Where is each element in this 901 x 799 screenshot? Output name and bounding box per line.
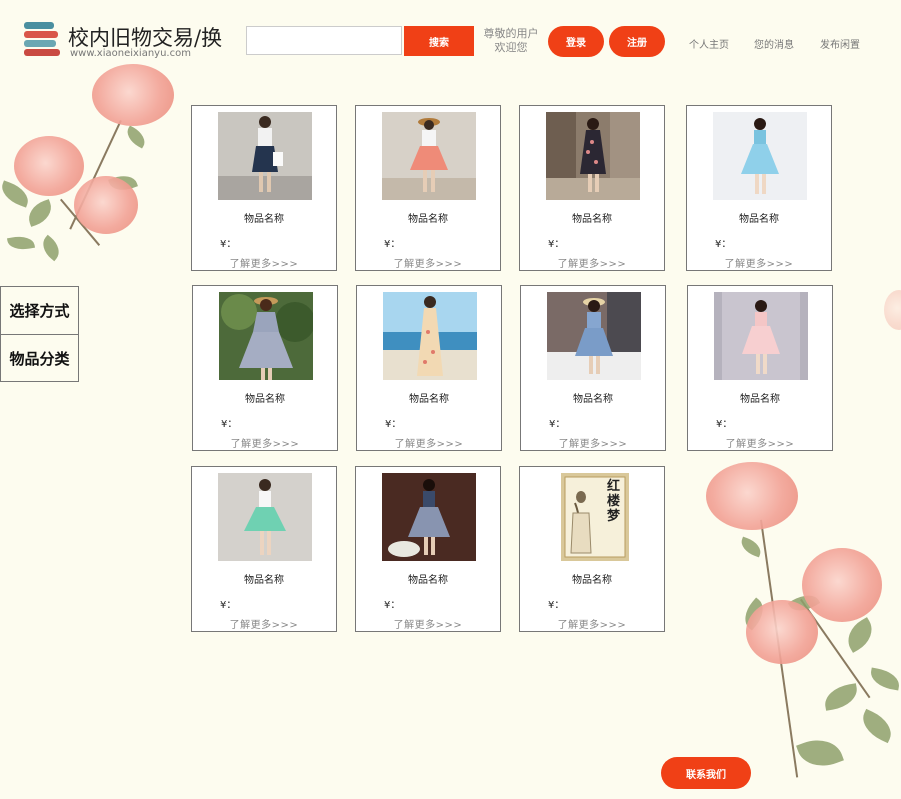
product-image-dress-mint-skirt[interactable]: [218, 473, 312, 561]
product-more-link[interactable]: 了解更多>>>: [521, 435, 665, 450]
product-name: 物品名称: [244, 575, 284, 586]
login-button[interactable]: 登录: [548, 26, 604, 57]
book-cover-title: 红楼梦: [607, 479, 621, 524]
side-item-category[interactable]: 物品分类: [1, 334, 78, 381]
nav-post-item[interactable]: 发布闲置: [820, 36, 860, 51]
product-more-link[interactable]: 了解更多>>>: [192, 616, 336, 631]
product-more-link[interactable]: 了解更多>>>: [688, 435, 832, 450]
search-button[interactable]: 搜索: [404, 26, 474, 56]
product-card[interactable]: 物品名称 ¥： 了解更多>>>: [191, 466, 337, 632]
product-card[interactable]: 物品名称 ¥： 了解更多>>>: [355, 105, 501, 271]
side-menu: 选择方式 物品分类: [0, 286, 79, 382]
product-price: ¥：: [220, 600, 237, 611]
site-logo[interactable]: 校内旧物交易/换 www.xiaoneixianyu.com: [24, 20, 234, 64]
product-name: 物品名称: [409, 394, 449, 405]
product-image-dress-blue-denim[interactable]: [547, 292, 641, 380]
product-more-link[interactable]: 了解更多>>>: [192, 255, 336, 270]
product-card[interactable]: 物品名称 ¥： 了解更多>>>: [191, 105, 337, 271]
product-more-link[interactable]: 了解更多>>>: [520, 255, 664, 270]
product-card[interactable]: 物品名称 ¥： 了解更多>>>: [520, 285, 666, 451]
product-image-dress-gray-floral[interactable]: [219, 292, 313, 380]
product-price: ¥：: [384, 600, 401, 611]
welcome-line-1: 尊敬的用户: [483, 27, 539, 40]
product-price: ¥：: [220, 239, 237, 250]
product-card[interactable]: 红楼梦 物品名称 ¥： 了解更多>>>: [519, 466, 665, 632]
product-card[interactable]: 物品名称 ¥： 了解更多>>>: [192, 285, 338, 451]
register-button[interactable]: 注册: [609, 26, 665, 57]
product-more-link[interactable]: 了解更多>>>: [356, 255, 500, 270]
product-more-link[interactable]: 了解更多>>>: [687, 255, 831, 270]
product-name: 物品名称: [740, 394, 780, 405]
product-image-dress-beach-maxi[interactable]: [383, 292, 477, 380]
product-name: 物品名称: [408, 214, 448, 225]
welcome-line-2: 欢迎您: [494, 41, 528, 54]
product-card[interactable]: 物品名称 ¥： 了解更多>>>: [355, 466, 501, 632]
product-image-dress-plaid[interactable]: [382, 473, 476, 561]
product-image-dress-light-blue[interactable]: [713, 112, 807, 200]
product-more-link[interactable]: 了解更多>>>: [520, 616, 664, 631]
product-card[interactable]: 物品名称 ¥： 了解更多>>>: [356, 285, 502, 451]
product-more-link[interactable]: 了解更多>>>: [356, 616, 500, 631]
product-name: 物品名称: [408, 575, 448, 586]
product-name: 物品名称: [572, 575, 612, 586]
product-name: 物品名称: [245, 394, 285, 405]
product-name: 物品名称: [573, 394, 613, 405]
product-price: ¥：: [548, 600, 565, 611]
product-name: 物品名称: [244, 214, 284, 225]
product-more-link[interactable]: 了解更多>>>: [357, 435, 501, 450]
product-image-dress-pink-skirt[interactable]: [382, 112, 476, 200]
product-name: 物品名称: [572, 214, 612, 225]
product-image-dress-floral-black[interactable]: [546, 112, 640, 200]
product-card[interactable]: 物品名称 ¥： 了解更多>>>: [686, 105, 832, 271]
search-input[interactable]: [246, 26, 402, 55]
product-image-dress-pink-lace[interactable]: [714, 292, 808, 380]
welcome-text: 尊敬的用户 欢迎您: [480, 27, 542, 55]
books-logo-icon: [24, 20, 62, 60]
product-price: ¥：: [549, 419, 566, 430]
product-image-book-hongloumeng[interactable]: 红楼梦: [561, 473, 629, 561]
product-name: 物品名称: [739, 214, 779, 225]
site-url: www.xiaoneixianyu.com: [70, 48, 191, 59]
side-item-select-method[interactable]: 选择方式: [1, 287, 78, 334]
nav-messages[interactable]: 您的消息: [754, 36, 794, 51]
product-card[interactable]: 物品名称 ¥： 了解更多>>>: [687, 285, 833, 451]
product-price: ¥：: [385, 419, 402, 430]
product-price: ¥：: [716, 419, 733, 430]
product-price: ¥：: [548, 239, 565, 250]
product-price: ¥：: [715, 239, 732, 250]
nav-personal-home[interactable]: 个人主页: [689, 36, 729, 51]
product-price: ¥：: [384, 239, 401, 250]
product-card[interactable]: 物品名称 ¥： 了解更多>>>: [519, 105, 665, 271]
product-image-dress-denim-skirt[interactable]: [218, 112, 312, 200]
product-more-link[interactable]: 了解更多>>>: [193, 435, 337, 450]
product-price: ¥：: [221, 419, 238, 430]
contact-us-button[interactable]: 联系我们: [661, 757, 751, 789]
